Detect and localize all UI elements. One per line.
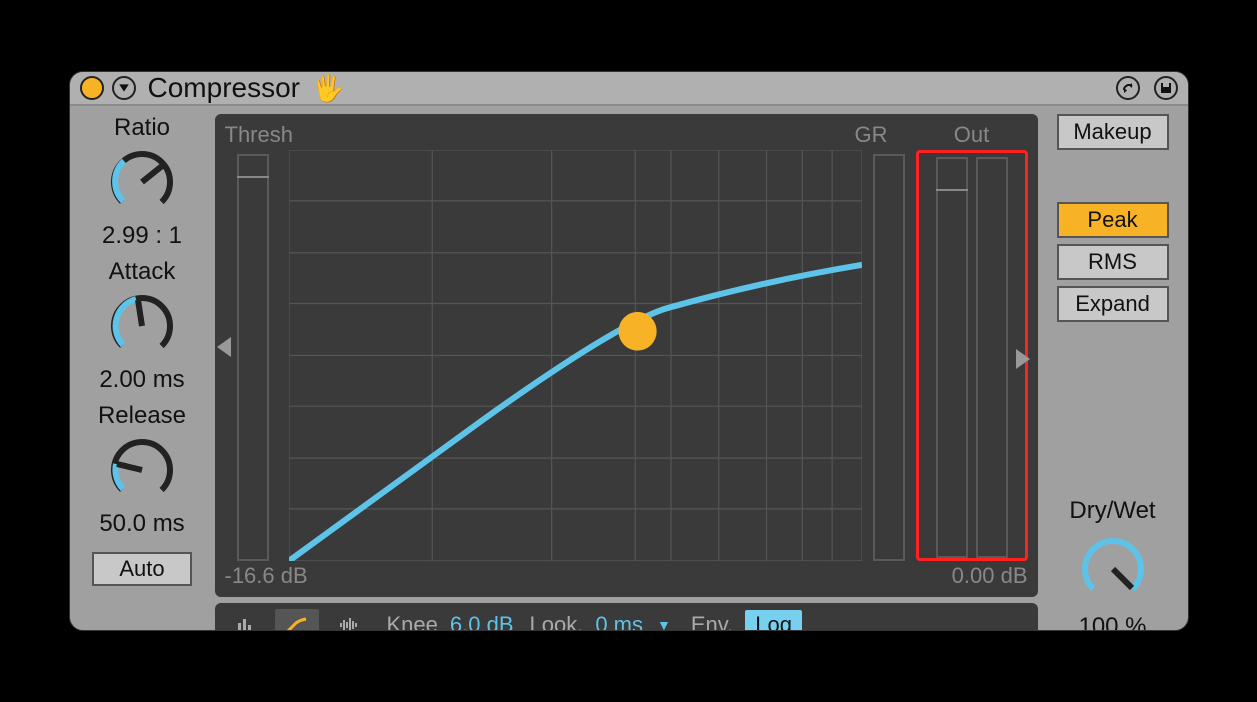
ratio-label: Ratio [114, 114, 170, 142]
device-body: Ratio 2.99 : 1 Attack 2.00 ms Release [70, 106, 1188, 631]
thresh-header-label: Thresh [225, 122, 293, 148]
attack-label: Attack [109, 258, 176, 286]
ratio-knob[interactable] [106, 146, 178, 218]
output-gain-value[interactable]: 0.00 dB [912, 563, 1028, 589]
attack-value[interactable]: 2.00 ms [99, 366, 184, 394]
output-meter-left [936, 157, 968, 558]
device-title: Compressor [148, 72, 300, 104]
gain-reduction-meter [873, 154, 905, 561]
triangle-down-icon [118, 82, 130, 94]
transfer-curve-area[interactable] [289, 150, 862, 561]
threshold-arrow-icon [217, 337, 231, 357]
output-meter-right [976, 157, 1008, 558]
output-slider-tick [936, 189, 968, 191]
threshold-column [225, 150, 281, 561]
gain-reduction-column [870, 150, 908, 561]
right-parameters: Makeup Peak RMS Expand Dry/Wet 100 % [1048, 114, 1178, 631]
preset-dropdown-button[interactable] [112, 76, 136, 100]
left-parameters: Ratio 2.99 : 1 Attack 2.00 ms Release [80, 114, 205, 631]
drywet-label: Dry/Wet [1069, 497, 1155, 525]
drywet-value[interactable]: 100 % [1078, 613, 1146, 631]
knee-value[interactable]: 6.0 dB [450, 612, 514, 631]
auto-release-button[interactable]: Auto [92, 552, 192, 586]
device-titlebar: Compressor 🖐 [70, 72, 1188, 106]
attack-knob[interactable] [106, 290, 178, 362]
rms-mode-button[interactable]: RMS [1057, 244, 1169, 280]
envelope-label: Env. [691, 612, 733, 631]
makeup-button[interactable]: Makeup [1057, 114, 1169, 150]
center-panel: Thresh GR Out [215, 114, 1038, 631]
view-collapsed-button[interactable] [223, 609, 267, 631]
curve-icon [286, 615, 308, 631]
compressor-device: Compressor 🖐 Ratio [69, 71, 1189, 631]
output-arrow-icon[interactable] [1016, 349, 1030, 369]
visualization-panel: Thresh GR Out [215, 114, 1038, 597]
drywet-knob[interactable] [1077, 533, 1149, 605]
swap-button[interactable] [1116, 76, 1140, 100]
lookahead-value[interactable]: 0 ms [595, 612, 643, 631]
view-transfer-curve-button[interactable] [275, 609, 319, 631]
lookahead-label: Look. [530, 612, 584, 631]
out-header-label: Out [916, 122, 1028, 148]
expand-mode-button[interactable]: Expand [1057, 286, 1169, 322]
envelope-log-button[interactable]: Log [745, 610, 802, 631]
waveform-icon [338, 615, 360, 631]
peak-mode-button[interactable]: Peak [1057, 202, 1169, 238]
device-enable-button[interactable] [80, 76, 104, 100]
bottom-toolbar: Knee 6.0 dB Look. 0 ms ▼ Env. Log [215, 603, 1038, 631]
save-button[interactable] [1154, 76, 1178, 100]
knee-label: Knee [387, 612, 438, 631]
lookahead-dropdown-icon[interactable]: ▼ [657, 617, 671, 631]
transfer-curve-line [289, 265, 862, 561]
view-activity-button[interactable] [327, 609, 371, 631]
threshold-value[interactable]: -16.6 dB [225, 563, 308, 589]
release-label: Release [98, 402, 186, 430]
ratio-value[interactable]: 2.99 : 1 [102, 222, 182, 250]
threshold-slider[interactable] [237, 154, 269, 561]
hand-icon: 🖐 [312, 73, 344, 104]
threshold-marker[interactable] [618, 312, 656, 351]
gr-header-label: GR [855, 122, 888, 148]
release-value[interactable]: 50.0 ms [99, 510, 184, 538]
swap-icon [1121, 81, 1135, 95]
threshold-slider-handle[interactable] [237, 176, 269, 178]
output-column-highlighted [916, 150, 1028, 561]
save-icon [1159, 81, 1173, 95]
release-knob[interactable] [106, 434, 178, 506]
bars-icon [235, 615, 255, 631]
